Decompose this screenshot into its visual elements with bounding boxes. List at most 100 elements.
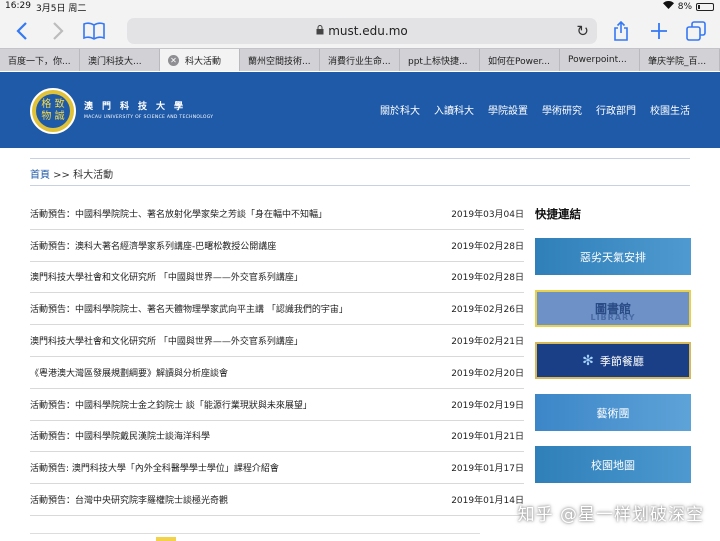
tab-lanzhou[interactable]: 蘭州空間技術... bbox=[240, 49, 320, 71]
battery-percent: 8% bbox=[677, 1, 692, 12]
event-title[interactable]: 活動預告：中國科學院院士、著名放射化學家柴之芳談「身在輻中不知輻」 bbox=[30, 207, 327, 220]
forward-button[interactable] bbox=[46, 19, 70, 43]
site-header: 格 致 物 誠 澳門科技大學 MACAU UNIVERSITY OF SCIEN… bbox=[0, 72, 720, 148]
nav-faculties[interactable]: 學院設置 bbox=[488, 102, 528, 117]
nav-research[interactable]: 學術研究 bbox=[542, 102, 582, 117]
list-item[interactable]: 活動預告: 澳門科技大學「內外全科醫學學士學位」課程介紹會 2019年01月17日 bbox=[30, 452, 524, 485]
event-date: 2019年01月14日 bbox=[451, 496, 524, 507]
status-date: 3月5日 周二 bbox=[36, 4, 87, 14]
list-item[interactable]: 活動預告：中國科學院戴民漢院士談海洋科學 2019年01月21日 bbox=[30, 421, 524, 453]
event-title[interactable]: 活動預告：澳科大著名經濟學家系列講座-巴曙松教授公開講座 bbox=[30, 239, 276, 252]
event-title[interactable]: 澳門科技大學社會和文化研究所 「中國與世界——外交官系列講座」 bbox=[30, 270, 303, 283]
event-date: 2019年02月21日 bbox=[451, 337, 524, 348]
nav-administration[interactable]: 行政部門 bbox=[596, 102, 636, 117]
university-seal-logo[interactable]: 格 致 物 誠 bbox=[30, 88, 76, 134]
tab-label: 蘭州空間技術... bbox=[248, 56, 311, 67]
tab-howto-power[interactable]: 如何在Power... bbox=[480, 49, 560, 71]
quick-link-art-troupe[interactable]: 藝術團 bbox=[535, 394, 691, 431]
nav-admission[interactable]: 入讀科大 bbox=[434, 102, 474, 117]
tab-ppt-shortcut[interactable]: ppt上标快捷... bbox=[400, 49, 480, 71]
tab-active-events[interactable]: ✕ 科大活動 bbox=[160, 49, 240, 71]
close-tab-icon[interactable]: ✕ bbox=[168, 54, 179, 66]
new-tab-button[interactable] bbox=[647, 19, 671, 43]
tab-must[interactable]: 澳门科技大... bbox=[80, 49, 160, 71]
nav-campus-life[interactable]: 校園生活 bbox=[650, 102, 690, 117]
tab-baidu[interactable]: 百度一下，你... bbox=[0, 49, 80, 71]
status-right: 8% bbox=[662, 1, 714, 12]
tab-label: 肇庆学院_百... bbox=[648, 56, 707, 67]
tab-label: 消費行业生命... bbox=[328, 56, 391, 67]
event-date: 2019年02月20日 bbox=[451, 368, 524, 379]
tab-strip: 百度一下，你... 澳门科技大... ✕ 科大活動 蘭州空間技術... 消費行业生… bbox=[0, 48, 720, 71]
tabs-icon bbox=[686, 21, 706, 41]
event-list: 活動預告：中國科學院院士、著名放射化學家柴之芳談「身在輻中不知輻」 2019年03… bbox=[30, 198, 524, 516]
event-date: 2019年02月26日 bbox=[451, 305, 524, 316]
wifi-icon bbox=[662, 1, 674, 12]
plus-icon bbox=[651, 23, 667, 39]
status-time: 16:29 bbox=[5, 1, 31, 11]
back-button[interactable] bbox=[10, 19, 34, 43]
library-en-label: LIBRARY bbox=[590, 313, 636, 322]
quick-link-campus-map[interactable]: 校園地圖 bbox=[535, 446, 691, 483]
share-icon bbox=[614, 21, 628, 41]
tab-label: 澳门科技大... bbox=[88, 56, 142, 67]
quick-links-title: 快捷連結 bbox=[535, 207, 581, 221]
university-name-cn: 澳門科技大學 bbox=[84, 102, 193, 112]
event-title[interactable]: 活動預告：中國科學院院士、著名天體物理學家武向平主講 「認識我們的宇宙」 bbox=[30, 302, 348, 315]
quick-links: 快捷連結 惡劣天氣安排 圖書館 LIBRARY ✻ 季節餐廳 藝術團 校園地圖 bbox=[535, 198, 691, 483]
list-item[interactable]: 《粵港澳大灣區發展規劃綱要》解讀與分析座談會 2019年02月20日 bbox=[30, 357, 524, 389]
breadcrumb-home[interactable]: 首頁 bbox=[30, 170, 50, 181]
breadcrumb-current: 科大活動 bbox=[73, 170, 114, 181]
event-date: 2019年02月19日 bbox=[451, 400, 524, 411]
event-date: 2019年01月17日 bbox=[451, 464, 524, 475]
university-name[interactable]: 澳門科技大學 MACAU UNIVERSITY OF SCIENCE AND T… bbox=[84, 99, 213, 120]
quick-link-restaurant[interactable]: ✻ 季節餐廳 bbox=[535, 342, 691, 379]
university-name-en: MACAU UNIVERSITY OF SCIENCE AND TECHNOLO… bbox=[84, 115, 214, 120]
list-item[interactable]: 活動預告：中國科學院院士、著名放射化學家柴之芳談「身在輻中不知輻」 2019年03… bbox=[30, 198, 524, 230]
event-date: 2019年02月28日 bbox=[451, 273, 524, 284]
breadcrumb: 首頁 >> 科大活動 bbox=[30, 158, 690, 186]
list-item[interactable]: 活動預告：中國科學院院士金之鈞院士 談「能源行業現狀與未來展望」 2019年02月… bbox=[30, 389, 524, 421]
event-title[interactable]: 澳門科技大學社會和文化研究所 「中國與世界——外交官系列講座」 bbox=[30, 334, 303, 347]
tab-overview-button[interactable] bbox=[684, 19, 708, 43]
chevron-left-icon bbox=[16, 22, 27, 40]
tab-label: 如何在Power... bbox=[488, 56, 550, 67]
event-date: 2019年02月28日 bbox=[451, 241, 524, 252]
browser-toolbar: must.edu.mo ↻ bbox=[0, 14, 720, 48]
list-item[interactable]: 澳門科技大學社會和文化研究所 「中國與世界——外交官系列講座」 2019年02月2… bbox=[30, 325, 524, 357]
event-title[interactable]: 活動預告：中國科學院院士金之鈞院士 談「能源行業現狀與未來展望」 bbox=[30, 398, 312, 411]
event-date: 2019年03月04日 bbox=[451, 209, 524, 220]
tab-consumer[interactable]: 消費行业生命... bbox=[320, 49, 400, 71]
list-item[interactable]: 活動預告：台灣中央研究院李羅權院士談極光奇觀 2019年01月14日 bbox=[30, 484, 524, 516]
share-button[interactable] bbox=[609, 19, 633, 43]
nav-about[interactable]: 關於科大 bbox=[380, 102, 420, 117]
chevron-right-icon bbox=[53, 22, 64, 40]
page-bottom-divider bbox=[30, 533, 480, 541]
list-item[interactable]: 活動預告：澳科大著名經濟學家系列講座-巴曙松教授公開講座 2019年02月28日 bbox=[30, 230, 524, 262]
quick-link-weather[interactable]: 惡劣天氣安排 bbox=[535, 238, 691, 275]
event-title[interactable]: 活動預告: 澳門科技大學「內外全科醫學學士學位」課程介紹會 bbox=[30, 461, 279, 474]
bookmarks-button[interactable] bbox=[82, 19, 106, 43]
tab-powerpoint[interactable]: Powerpoint... bbox=[560, 49, 640, 71]
status-bar: 16:29 3月5日 周二 8% bbox=[0, 0, 720, 14]
tab-label: ppt上标快捷... bbox=[408, 56, 468, 67]
list-item[interactable]: 活動預告：中國科學院院士、著名天體物理學家武向平主講 「認識我們的宇宙」 2019… bbox=[30, 293, 524, 326]
quick-link-label: 惡劣天氣安排 bbox=[580, 250, 646, 264]
quick-link-label: 藝術團 bbox=[596, 406, 630, 420]
event-title[interactable]: 《粵港澳大灣區發展規劃綱要》解讀與分析座談會 bbox=[30, 366, 228, 379]
flower-icon: ✻ bbox=[582, 352, 594, 369]
lock-icon bbox=[316, 24, 324, 38]
battery-icon bbox=[696, 2, 714, 11]
event-title[interactable]: 活動預告：台灣中央研究院李羅權院士談極光奇觀 bbox=[30, 493, 228, 506]
quick-link-label: 季節餐廳 bbox=[599, 354, 644, 368]
url-text: must.edu.mo bbox=[328, 24, 408, 38]
event-title[interactable]: 活動預告：中國科學院戴民漢院士談海洋科學 bbox=[30, 429, 210, 442]
tab-zhaoqing[interactable]: 肇庆学院_百... bbox=[640, 49, 720, 71]
reload-icon[interactable]: ↻ bbox=[576, 22, 589, 40]
address-bar[interactable]: must.edu.mo ↻ bbox=[127, 18, 597, 44]
quick-link-library[interactable]: 圖書館 LIBRARY bbox=[535, 290, 691, 327]
tab-label: 百度一下，你... bbox=[8, 56, 71, 67]
list-item[interactable]: 澳門科技大學社會和文化研究所 「中國與世界——外交官系列講座」 2019年02月2… bbox=[30, 262, 524, 294]
breadcrumb-separator: >> bbox=[50, 170, 74, 181]
watermark: 知乎 @星一样划破深空 bbox=[517, 505, 704, 525]
